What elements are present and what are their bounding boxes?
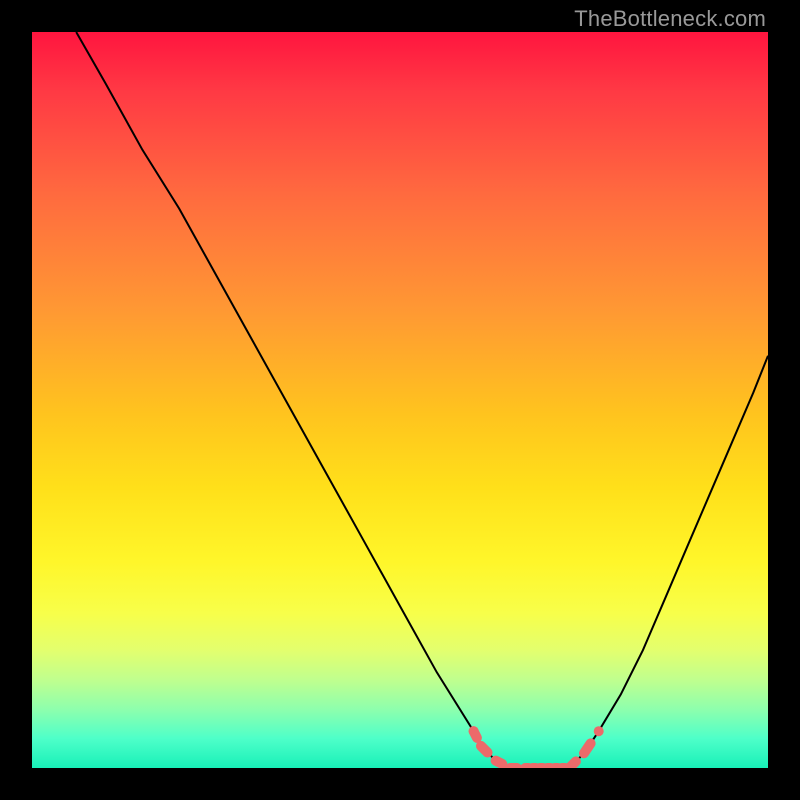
curve-svg: [32, 32, 768, 768]
chart-frame: TheBottleneck.com: [0, 0, 800, 800]
line-left-branch: [76, 32, 510, 768]
watermark-text: TheBottleneck.com: [574, 6, 766, 32]
bottom-marker-dot: [469, 726, 479, 736]
bottom-marker-group: [469, 726, 604, 768]
bottom-marker-dot: [594, 726, 604, 736]
bottom-marker-stick: [584, 743, 591, 753]
bottom-marker-stick: [481, 746, 488, 753]
bottom-marker-stick: [496, 761, 503, 764]
bottom-marker-stick: [569, 761, 576, 768]
plot-area: [32, 32, 768, 768]
line-right-branch: [569, 356, 768, 768]
